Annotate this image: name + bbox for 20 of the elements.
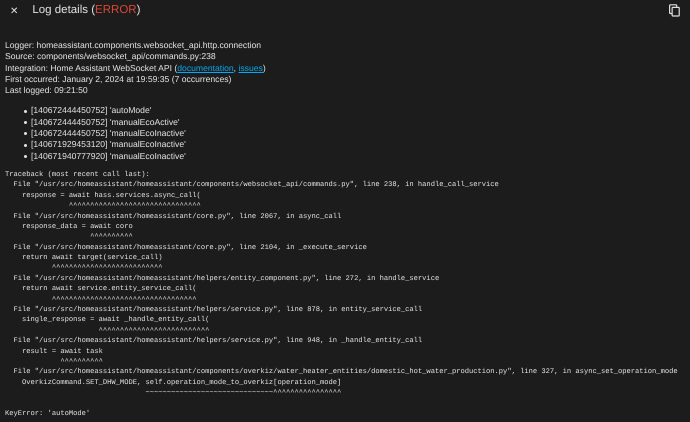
bullet-icon [24, 110, 27, 113]
log-message: [140672444450752] 'autoMode' [31, 105, 152, 117]
bullet-icon [24, 144, 27, 147]
link[interactable]: issues [238, 62, 263, 73]
dialog-title: Log details (ERROR) [32, 4, 142, 16]
link[interactable]: documentation [177, 62, 234, 73]
close-button[interactable]: ✕ [6, 4, 22, 19]
copy-icon[interactable] [669, 4, 680, 17]
info-line: Last logged: 09:21:50 [5, 85, 89, 96]
log-message: [140672444450752] 'manualEcoActive' [31, 116, 180, 128]
log-message: [140671929453120] 'manualEcoInactive' [31, 139, 186, 151]
log-message: [140671940777920] 'manualEcoInactive' [31, 150, 186, 162]
log-message: [140672444450752] 'manualEcoInactive' [31, 128, 186, 140]
info-line: Logger: homeassistant.components.websocket_api.http.connection [5, 40, 262, 52]
info-line: First occurred: January 2, 2024 at 19:59:35 (7 occurrences) [5, 74, 232, 86]
info-line: Source: components/websocket_api/commands.py:238 [5, 51, 217, 63]
bullet-icon [24, 120, 27, 124]
info-line: Integration: Home Assistant WebSocket API (documentation, issues) [5, 62, 267, 74]
bullet-icon [24, 132, 27, 136]
bullet-icon [24, 154, 27, 158]
